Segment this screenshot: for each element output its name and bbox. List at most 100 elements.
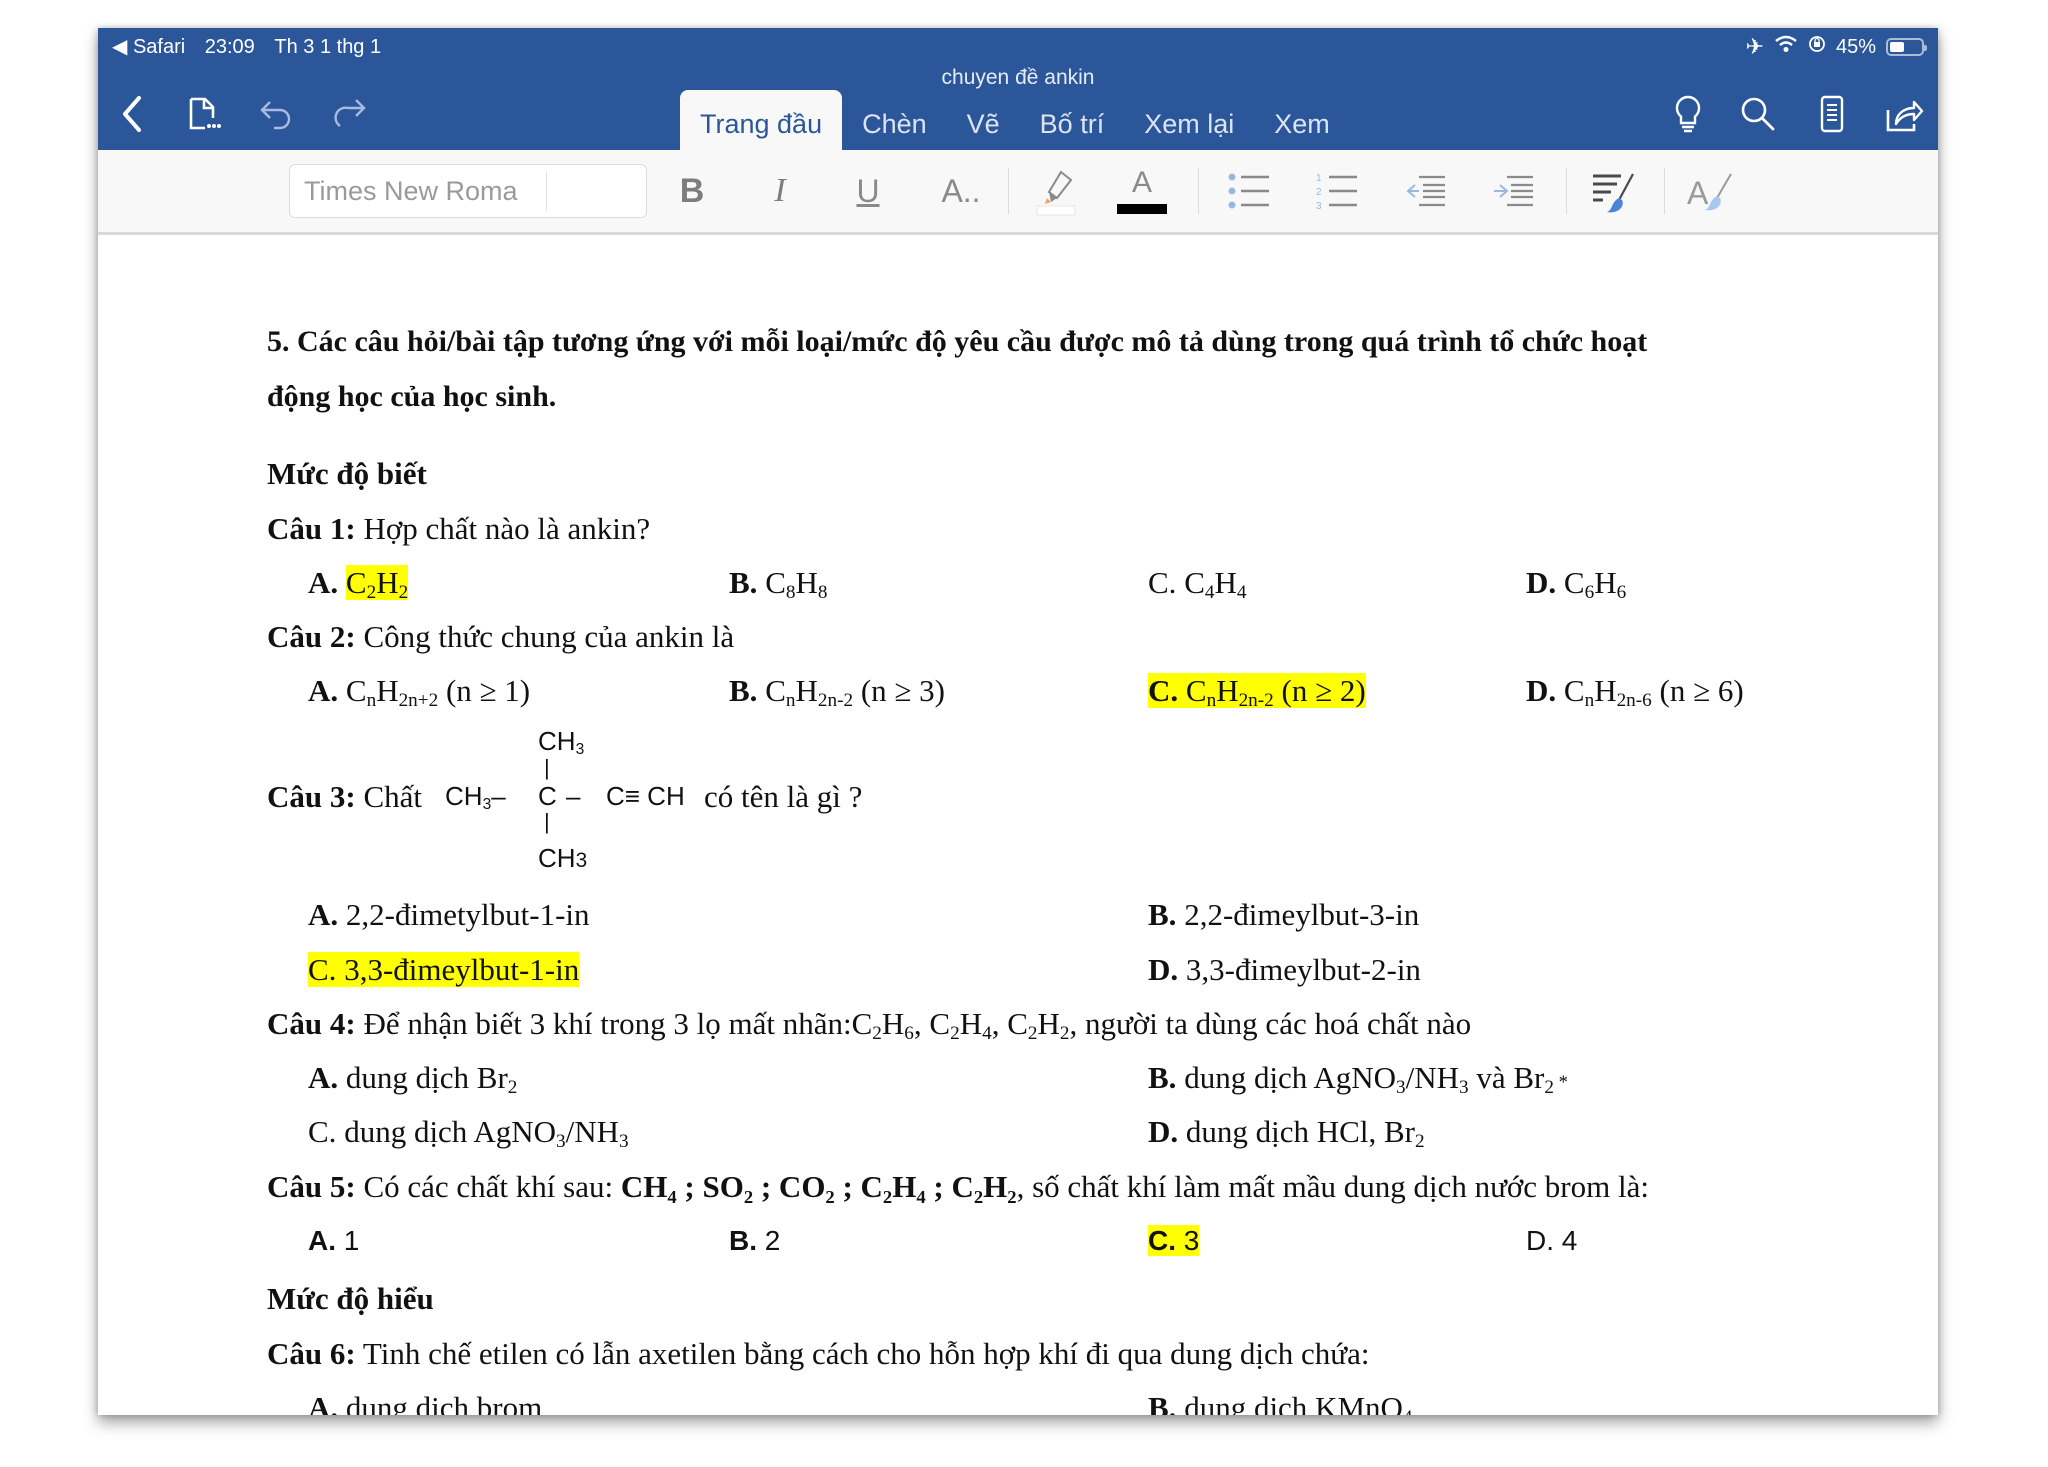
share-icon [1886,100,1924,132]
q4-option-a[interactable]: A. dung dịch Br2 [308,1062,517,1097]
q5-option-d[interactable]: D. 4 [1526,1227,1577,1255]
status-bar-right: ✈ 45% [1745,34,1927,60]
bullet-list-icon [1228,173,1269,209]
search-icon [1741,97,1775,131]
more-font-options-button[interactable]: A.. [928,164,994,218]
q3-option-d[interactable]: D. 3,3-đimeylbut-2-in [1148,954,1421,985]
back-button[interactable] [112,94,152,134]
q5-option-c[interactable]: C. 3 [1148,1225,1200,1256]
share-button[interactable] [1884,94,1924,134]
toolbar-divider [1008,168,1009,214]
ribbon-header: ◀ Safari 23:09 Th 3 1 thg 1 ✈ 45% chuyen… [98,28,1938,150]
clear-formatting-button[interactable]: A [1682,164,1738,218]
mobile-view-button[interactable] [1812,94,1852,134]
q2-option-b[interactable]: B. CnH2n-2 (n ≥ 3) [729,675,945,710]
undo-icon [260,101,291,130]
font-color-icon: A [1117,166,1167,216]
toolbar-divider [1566,168,1567,214]
lightbulb-icon [1675,95,1701,133]
q1-option-d[interactable]: D. C6H6 [1526,567,1626,602]
bold-button[interactable]: B [664,164,720,218]
q1-option-c[interactable]: C. C4H4 [1148,565,1246,602]
numbered-list-button[interactable]: 1 2 3 [1310,164,1366,218]
q6-option-a[interactable]: A. dung dịch brom [308,1392,542,1415]
styles-brush-icon [1593,173,1634,213]
q1-option-b[interactable]: B. C8H8 [729,567,827,602]
q4-option-d[interactable]: D. dung dịch HCl, Br2 [1148,1116,1425,1151]
formula-triple-bond: C≡ CH [606,781,685,811]
bullet-list-button[interactable] [1222,164,1278,218]
undo-button[interactable] [256,94,296,134]
font-name-input[interactable] [290,165,556,217]
decrease-indent-button[interactable] [1398,164,1454,218]
underline-button[interactable]: U [840,164,896,218]
font-size-divider [546,171,547,211]
q3-option-a[interactable]: A. 2,2-đimetylbut-1-in [308,899,590,930]
italic-icon: I [774,172,786,209]
q6-option-b[interactable]: B. dung dịch KMnO4 [1148,1392,1413,1415]
question-5: Câu 5: Có các chất khí sau: CH₄ ; SO₂ ; … [267,1169,1649,1204]
increase-indent-icon [1494,175,1533,207]
styles-button[interactable] [1586,164,1642,218]
tab-layout[interactable]: Bố trí [1020,100,1125,150]
orientation-lock-icon [1808,35,1826,59]
search-button[interactable] [1738,94,1778,134]
tab-home[interactable]: Trang đầu [680,90,843,150]
level-heading-understand: Mức độ hiểu [267,1281,434,1316]
font-color-button[interactable]: A [1114,164,1170,218]
bold-icon: B [679,171,705,210]
font-options-icon: A.. [941,172,981,209]
back-to-app-link[interactable]: ◀ Safari [112,36,185,58]
section-heading-line2: động học của học sinh. [267,380,557,413]
chevron-left-icon [123,96,141,132]
question-label: Câu 2: [267,619,356,654]
svg-text:2: 2 [1316,187,1322,198]
q3-option-c[interactable]: C. 3,3-đimeylbut-1-in [308,952,580,987]
tab-draw[interactable]: Vẽ [947,100,1020,150]
question-text: Hợp chất nào là ankin? [355,511,651,546]
decrease-indent-icon [1406,175,1445,207]
q2-option-c[interactable]: C. CnH2n-2 (n ≥ 2) [1148,673,1366,711]
question-label: Câu 3: [267,779,356,814]
tab-insert[interactable]: Chèn [842,100,947,150]
document-page[interactable]: 5. Các câu hỏi/bài tập tương ứng với mỗi… [98,235,1938,1415]
option-letter: C. [1148,565,1177,600]
increase-indent-button[interactable] [1486,164,1542,218]
formula-top-ch3: CH3 [538,726,585,758]
highlight-button[interactable] [1028,164,1084,218]
tell-me-button[interactable] [1668,94,1708,134]
question-1: Câu 1: Hợp chất nào là ankin? [267,513,650,544]
question-label: Câu 1: [267,511,356,546]
tab-review[interactable]: Xem lại [1124,100,1254,150]
tab-view[interactable]: Xem [1254,100,1350,150]
airplane-icon: ✈ [1745,34,1764,59]
svg-text:1: 1 [1316,173,1322,184]
question-text: Chất [355,779,423,814]
file-menu-button[interactable] [183,94,223,134]
redo-button[interactable] [330,94,370,134]
q3-option-b[interactable]: B. 2,2-đimeylbut-3-in [1148,899,1419,930]
mobile-view-icon [1820,95,1844,133]
italic-button[interactable]: I [752,164,808,218]
q2-option-d[interactable]: D. CnH2n-6 (n ≥ 6) [1526,675,1744,710]
q4-option-c[interactable]: C. dung dịch AgNO3/NH3 [308,1116,629,1151]
question-3: Câu 3: Chất [267,781,422,812]
formula-left-ch3: CH3– [445,781,506,813]
status-date: Th 3 1 thg 1 [274,36,382,58]
highlighter-icon [1036,170,1076,216]
q5-option-a[interactable]: A. 1 [308,1227,359,1255]
word-app-window: ◀ Safari 23:09 Th 3 1 thg 1 ✈ 45% chuyen… [98,28,1938,1415]
back-app-label: Safari [132,36,186,58]
question-text: Công thức chung của ankin là [355,619,735,654]
q4-option-b[interactable]: B. dung dịch AgNO3/NH3 và Br2 * [1148,1062,1568,1097]
q2-option-a[interactable]: A. CnH2n+2 (n ≥ 1) [308,675,530,710]
answer-highlight: C. CnH2n-2 (n ≥ 2) [1148,673,1366,711]
answer-highlight: C2H2 [345,565,409,603]
q5-option-b[interactable]: B. 2 [729,1227,780,1255]
gas-list: CH₄ ; SO₂ ; CO₂ ; C₂H₄ ; C₂H₂ [620,1169,1017,1204]
status-time: 23:09 [204,36,255,58]
numbered-list-icon: 1 2 3 [1316,173,1357,211]
formula-center-c: C [538,781,557,811]
q1-option-a[interactable]: A. C2H2 [308,565,409,603]
font-name-field[interactable] [289,164,647,218]
